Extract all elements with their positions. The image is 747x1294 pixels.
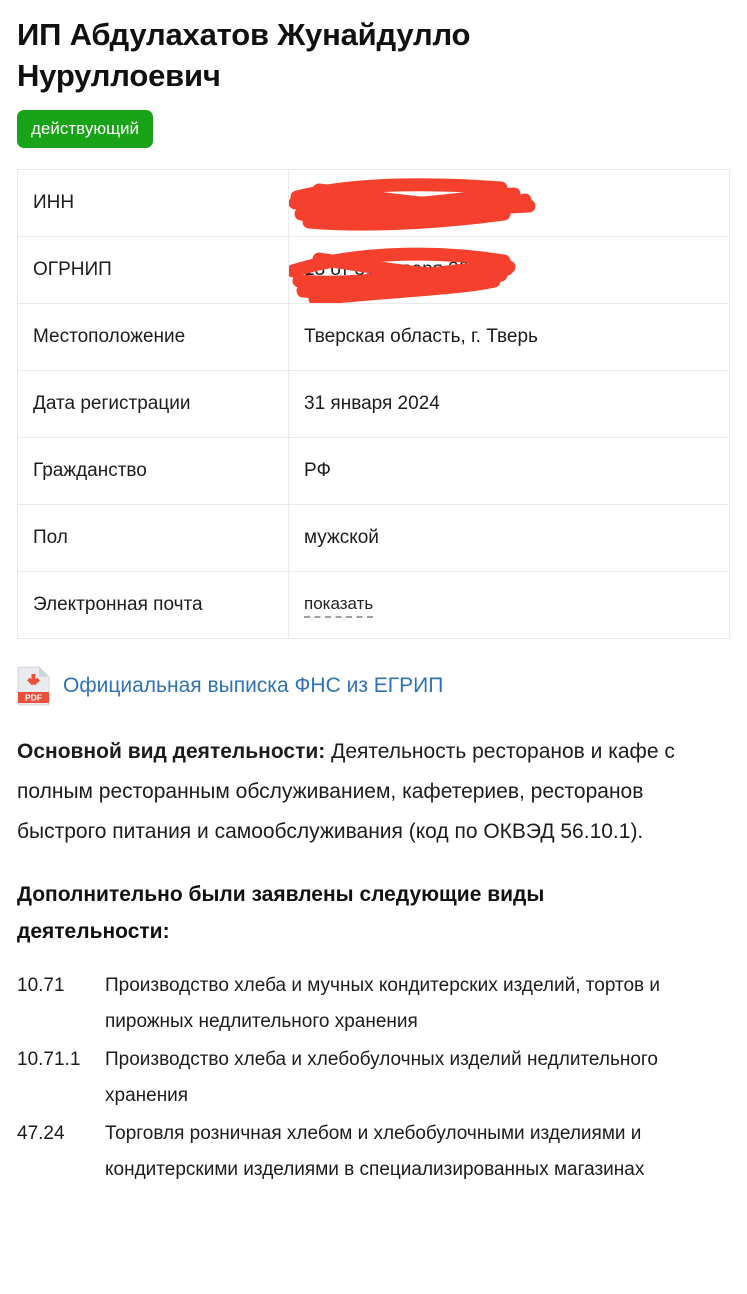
row-value-citizenship: РФ — [288, 437, 730, 505]
table-row: Пол мужской — [17, 504, 730, 572]
svg-text:PDF: PDF — [25, 693, 42, 703]
row-value-registration-date: 31 января 2024 — [288, 370, 730, 438]
row-value-ogrnip: 13 от 31 января 2024 — [288, 236, 730, 304]
status-badge: действующий — [17, 110, 154, 148]
row-value-gender: мужской — [288, 504, 730, 572]
table-row: Электронная почта показать — [17, 571, 730, 639]
business-card-page: ИП Абдулахатов Жунайдулло Нуруллоевич де… — [0, 14, 747, 1294]
row-label-ogrnip: ОГРНИП — [17, 236, 289, 304]
okved-code: 10.71 — [17, 975, 65, 996]
list-item: 47.24 Торговля розничная хлебом и хлебоб… — [17, 1116, 730, 1188]
status-badge-row: действующий — [17, 110, 730, 148]
official-extract-link[interactable]: Официальная выписка ФНС из ЕГРИП — [63, 674, 443, 698]
additional-activities-list: 10.71 Производство хлеба и мучных кондит… — [17, 968, 730, 1188]
row-label-gender: Пол — [17, 504, 289, 572]
row-label-inn: ИНН — [17, 169, 289, 237]
main-activity-heading: Основной вид деятельности: — [17, 740, 326, 763]
row-value-email: показать — [288, 571, 730, 639]
table-row: Дата регистрации 31 января 2024 — [17, 370, 730, 438]
show-email-link[interactable]: показать — [304, 594, 374, 618]
pdf-download-icon: PDF — [17, 666, 50, 706]
list-item: 10.71 Производство хлеба и мучных кондит… — [17, 968, 730, 1040]
row-label-registration-date: Дата регистрации — [17, 370, 289, 438]
page-title: ИП Абдулахатов Жунайдулло Нуруллоевич — [17, 17, 471, 93]
ogrnip-value: 13 от 31 января 2024 — [304, 259, 491, 280]
table-row: Гражданство РФ — [17, 437, 730, 505]
row-value-location: Тверская область, г. Тверь — [288, 303, 730, 371]
okved-code: 10.71.1 — [17, 1049, 81, 1070]
row-label-email: Электронная почта — [17, 571, 289, 639]
main-activity-paragraph: Основной вид деятельности: Деятельность … — [17, 732, 730, 852]
okved-name: Торговля розничная хлебом и хлебобулочны… — [105, 1123, 645, 1180]
table-row: Местоположение Тверская область, г. Твер… — [17, 303, 730, 371]
table-row: ИНН — [17, 169, 730, 237]
table-row: ОГРНИП 13 от 31 января 2024 — [17, 236, 730, 304]
entity-details-table: ИНН ОГРНИП 13 от 31 января 2024 Местопол… — [17, 169, 730, 639]
official-extract-row[interactable]: PDF Официальная выписка ФНС из ЕГРИП — [17, 666, 730, 706]
row-value-inn — [288, 169, 730, 237]
list-item: 10.71.1 Производство хлеба и хлебобулочн… — [17, 1042, 730, 1114]
okved-name: Производство хлеба и мучных кондитерских… — [105, 975, 661, 1032]
okved-code: 47.24 — [17, 1123, 65, 1144]
redaction-scribble-inn — [289, 171, 550, 236]
row-label-citizenship: Гражданство — [17, 437, 289, 505]
okved-name: Производство хлеба и хлебобулочных издел… — [105, 1049, 658, 1106]
additional-activities-heading: Дополнительно были заявлены следующие ви… — [17, 883, 545, 943]
row-label-location: Местоположение — [17, 303, 289, 371]
